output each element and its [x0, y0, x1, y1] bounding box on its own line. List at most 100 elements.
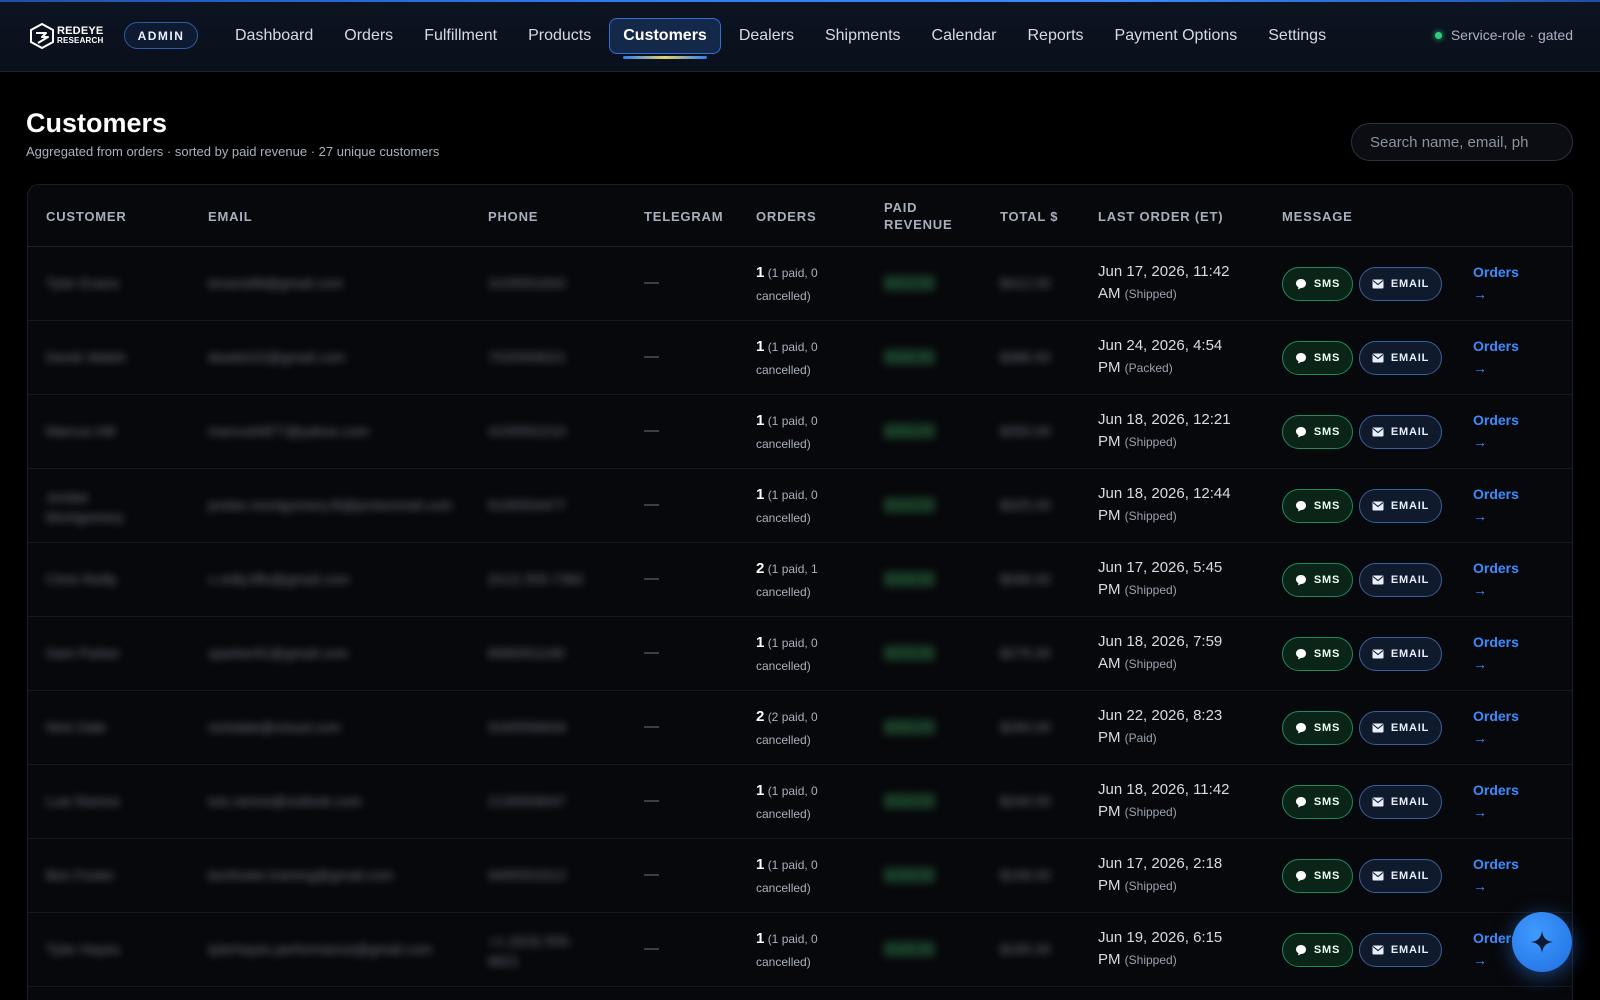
email-label: EMAIL: [1390, 796, 1430, 808]
table-row[interactable]: Luis Ramos luis.ramos@outlook.com 213555…: [28, 765, 1572, 839]
table-row[interactable]: Derek Walsh dwalsh22@gmail.com 702555902…: [28, 321, 1572, 395]
email-button[interactable]: EMAIL: [1359, 785, 1442, 819]
column-email[interactable]: EMAIL: [208, 208, 252, 225]
column-phone[interactable]: PHONE: [488, 208, 538, 225]
last-order-date: Jun 17, 2026, 2:18: [1098, 855, 1223, 872]
nav-settings[interactable]: Settings: [1255, 18, 1339, 54]
email-button[interactable]: EMAIL: [1359, 341, 1442, 375]
column-last-order[interactable]: LAST ORDER (ET): [1098, 208, 1223, 225]
chat-bubble-icon: [1295, 723, 1306, 734]
last-order-date: Jun 18, 2026, 12:44: [1098, 485, 1231, 502]
customer-email: sparker91@gmail.com: [208, 645, 349, 661]
customer-phone: 2135559047: [488, 793, 566, 809]
sms-button[interactable]: SMS: [1282, 859, 1353, 893]
order-status: (Shipped): [1124, 953, 1177, 967]
table-row[interactable]: Marcus Hill marcushill77@yahoo.com 41555…: [28, 395, 1572, 469]
table-row[interactable]: Tyler Hayes tylerhayes.performance@gmail…: [28, 913, 1572, 987]
orders-link[interactable]: Orders →: [1473, 631, 1519, 675]
last-order-ampm: PM: [1098, 803, 1121, 820]
sms-button[interactable]: SMS: [1282, 933, 1353, 967]
nav-payment-options[interactable]: Payment Options: [1102, 18, 1251, 54]
orders-link[interactable]: Orders →: [1473, 705, 1519, 749]
nav-reports[interactable]: Reports: [1014, 18, 1096, 54]
nav-dealers[interactable]: Dealers: [726, 18, 807, 54]
customer-name: Nick Dale: [46, 719, 106, 735]
order-status: (Shipped): [1124, 287, 1177, 301]
orders-link[interactable]: Orders →: [1473, 853, 1519, 897]
orders-link-text: Orders: [1473, 856, 1519, 872]
orders-link[interactable]: Orders →: [1473, 779, 1519, 823]
sms-button[interactable]: SMS: [1282, 785, 1353, 819]
table-row[interactable]: Sam Parker sparker91@gmail.com 858555119…: [28, 617, 1572, 691]
sms-label: SMS: [1313, 722, 1341, 734]
sms-button[interactable]: SMS: [1282, 489, 1353, 523]
nav-products[interactable]: Products: [515, 18, 604, 54]
arrow-right-icon: →: [1473, 952, 1487, 968]
customer-email: tylerhayes.performance@gmail.com: [208, 941, 433, 957]
paid-revenue: $240.00: [884, 793, 935, 809]
orders-number: 1: [756, 634, 765, 651]
sms-button[interactable]: SMS: [1282, 637, 1353, 671]
email-button[interactable]: EMAIL: [1359, 415, 1442, 449]
paid-revenue: $298.00: [884, 571, 935, 587]
envelope-icon: [1372, 649, 1384, 659]
customer-phone: +1 (323) 555-8821: [488, 933, 573, 969]
last-order: Jun 24, 2026, 4:54 PM (Packed): [1098, 335, 1263, 379]
search-input[interactable]: [1351, 123, 1573, 161]
customer-name: Marcus Hill: [46, 423, 116, 439]
sms-button[interactable]: SMS: [1282, 341, 1353, 375]
table-row[interactable]: Tyler Evans tevans88@gmail.com 310555184…: [28, 247, 1572, 321]
orders-link[interactable]: Orders →: [1473, 261, 1519, 305]
nav-customers[interactable]: Customers: [609, 18, 721, 59]
orders-count: 2 (2 paid, 0 cancelled): [756, 705, 846, 752]
arrow-right-icon: →: [1473, 360, 1487, 376]
assistant-fab-button[interactable]: [1512, 912, 1572, 972]
envelope-icon: [1372, 575, 1384, 585]
table-row[interactable]: Nick Dale nickdale@icloud.com 9165556634…: [28, 691, 1572, 765]
main-nav: Dashboard Orders Fulfillment Products Custom…: [222, 18, 1344, 59]
orders-detail: (2 paid, 0 cancelled): [756, 710, 818, 747]
email-button[interactable]: EMAIL: [1359, 711, 1442, 745]
orders-number: 1: [756, 782, 765, 799]
total-amount: $185.00: [1000, 941, 1051, 957]
sms-button[interactable]: SMS: [1282, 267, 1353, 301]
sms-button[interactable]: SMS: [1282, 711, 1353, 745]
email-button[interactable]: EMAIL: [1359, 859, 1442, 893]
sms-button[interactable]: SMS: [1282, 415, 1353, 449]
email-button[interactable]: EMAIL: [1359, 267, 1442, 301]
paid-revenue: $350.00: [884, 423, 935, 439]
column-paid-revenue[interactable]: PAID REVENUE: [884, 199, 952, 233]
column-telegram[interactable]: TELEGRAM: [644, 208, 723, 225]
last-order-time: PM (Packed): [1098, 357, 1263, 379]
table-row[interactable]: Chris Reilly c.reilly.lifts@gmail.com (5…: [28, 543, 1572, 617]
nav-dashboard[interactable]: Dashboard: [222, 18, 326, 54]
customers-table: CUSTOMER EMAIL PHONE TELEGRAM ORDERS PAI…: [27, 184, 1573, 1000]
total-amount: $325.00: [1000, 497, 1051, 513]
nav-calendar[interactable]: Calendar: [919, 18, 1010, 54]
column-customer[interactable]: CUSTOMER: [46, 208, 127, 225]
sms-button[interactable]: SMS: [1282, 563, 1353, 597]
nav-shipments[interactable]: Shipments: [812, 18, 914, 54]
nav-orders[interactable]: Orders: [331, 18, 406, 54]
email-button[interactable]: EMAIL: [1359, 563, 1442, 597]
brand-logo[interactable]: REDEYE RESEARCH: [29, 20, 104, 52]
column-orders[interactable]: ORDERS: [756, 208, 816, 225]
orders-link[interactable]: Orders →: [1473, 557, 1519, 601]
admin-badge: ADMIN: [124, 22, 198, 49]
customer-name: Sam Parker: [46, 645, 120, 661]
last-order-ampm: AM: [1098, 655, 1121, 672]
email-button[interactable]: EMAIL: [1359, 637, 1442, 671]
orders-count: 1 (1 paid, 0 cancelled): [756, 853, 846, 900]
nav-fulfillment[interactable]: Fulfillment: [411, 18, 510, 54]
orders-link[interactable]: Orders →: [1473, 335, 1519, 379]
email-button[interactable]: EMAIL: [1359, 933, 1442, 967]
column-total[interactable]: TOTAL $: [1000, 208, 1058, 225]
orders-link[interactable]: Orders →: [1473, 483, 1519, 527]
table-row[interactable]: Jordan Montgomery jordan.montgomery.fit@…: [28, 469, 1572, 543]
arrow-right-icon: →: [1473, 656, 1487, 672]
orders-link[interactable]: Orders →: [1473, 409, 1519, 453]
paid-revenue: $412.00: [884, 275, 935, 291]
table-row[interactable]: Ben Foster benfoster.training@gmail.com …: [28, 839, 1572, 913]
order-status: (Shipped): [1124, 805, 1177, 819]
email-button[interactable]: EMAIL: [1359, 489, 1442, 523]
